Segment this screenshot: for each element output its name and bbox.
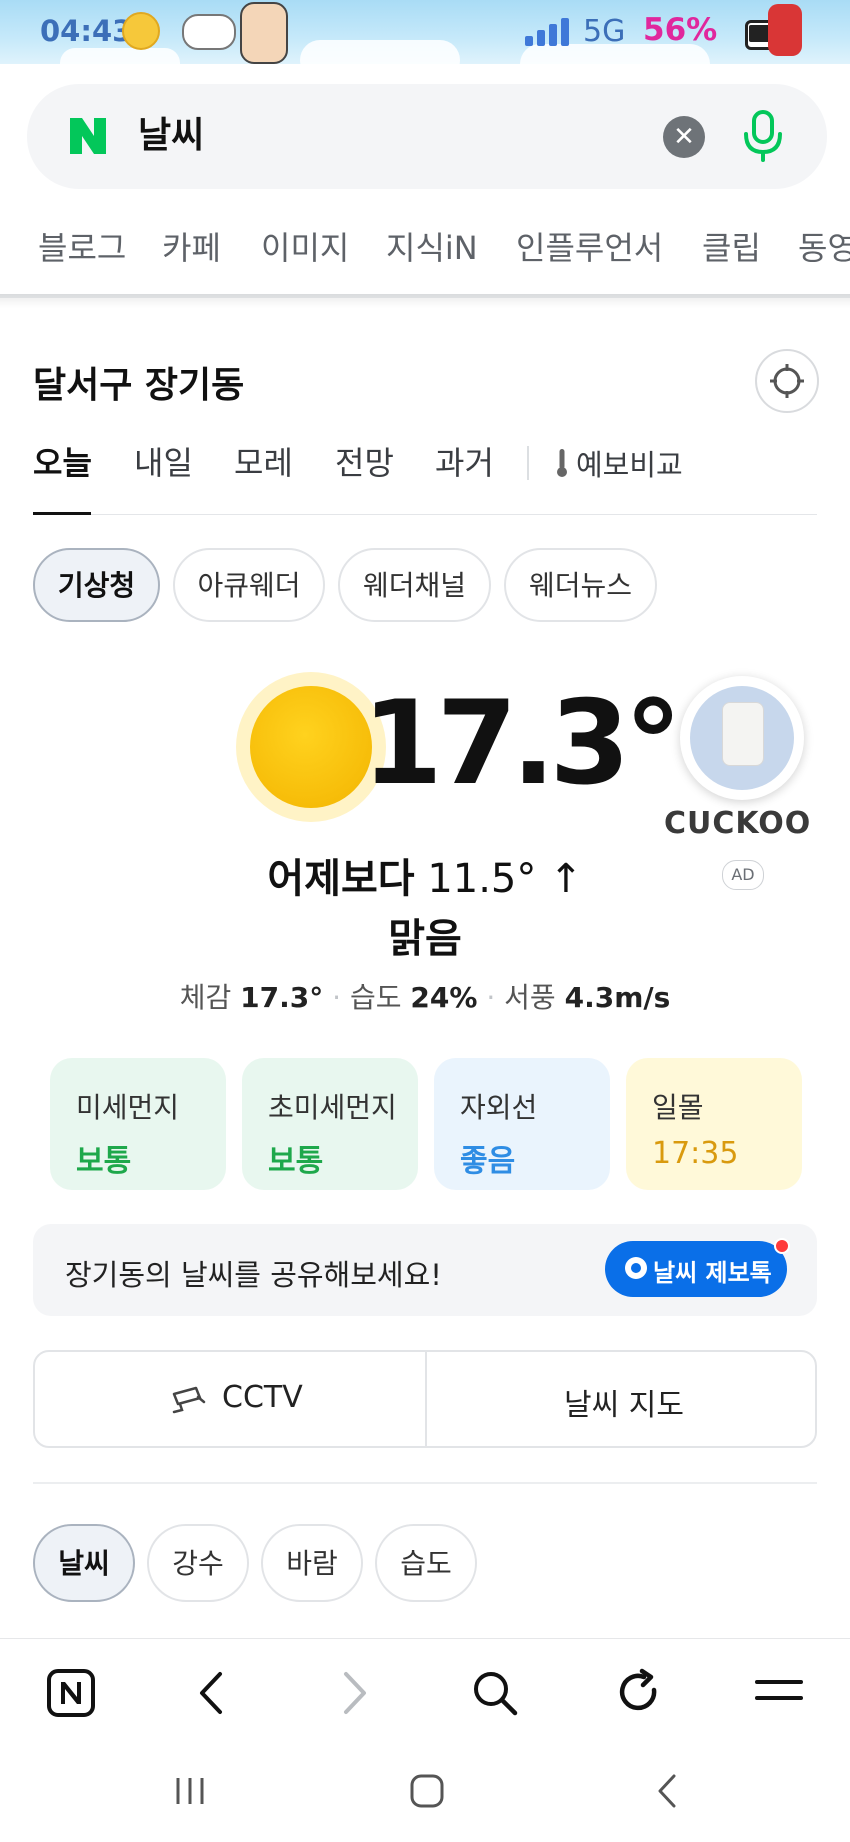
- card-value: 좋음: [460, 1144, 516, 1179]
- tab-today[interactable]: 오늘: [33, 438, 92, 484]
- weather-condition: 맑음: [388, 916, 462, 962]
- feels-value: 17.3°: [240, 981, 324, 1014]
- compare-prefix: 어제보다: [267, 856, 415, 902]
- yesterday-compare: 어제보다 11.5° ↑: [0, 846, 850, 904]
- divider: [33, 514, 817, 515]
- separator-dot: ·: [332, 981, 342, 1014]
- status-time: 04:43: [40, 14, 133, 48]
- card-value: 보통: [268, 1144, 324, 1179]
- cctv-button[interactable]: CCTV: [222, 1380, 303, 1415]
- provider-weatherchannel[interactable]: 웨더채널: [338, 548, 491, 622]
- weather-map-button[interactable]: 날씨 지도: [564, 1380, 684, 1424]
- provider-weathernews[interactable]: 웨더뉴스: [504, 548, 657, 622]
- wind-label: 서풍: [504, 981, 556, 1014]
- filter-precipitation[interactable]: 강수: [147, 1524, 249, 1602]
- tab-image[interactable]: 이미지: [261, 222, 349, 274]
- divider: [425, 1350, 427, 1448]
- share-text: 장기동의 날씨를 공유해보세요!: [65, 1258, 442, 1292]
- character-sticker-icon: [768, 4, 802, 56]
- character-sticker-icon: [240, 2, 288, 64]
- browser-toolbar: [0, 1638, 850, 1749]
- search-input[interactable]: 날씨: [138, 114, 204, 158]
- card-sunset[interactable]: 일몰 17:35: [626, 1058, 802, 1190]
- network-type: 5G: [583, 14, 626, 49]
- card-ultrafine-dust[interactable]: 초미세먼지 보통: [242, 1058, 418, 1190]
- card-label: 자외선: [460, 1091, 538, 1124]
- crosshair-icon[interactable]: [755, 349, 819, 413]
- card-label: 일몰: [652, 1091, 704, 1124]
- back-icon[interactable]: [194, 1670, 228, 1716]
- dog-sticker-icon: [182, 14, 236, 50]
- card-value: 보통: [76, 1144, 132, 1179]
- weather-details: 체감 17.3° · 습도 24% · 서풍 4.3m/s: [0, 976, 850, 1016]
- naver-home-icon[interactable]: [46, 1668, 96, 1718]
- card-fine-dust[interactable]: 미세먼지 보통: [50, 1058, 226, 1190]
- sun-icon: [250, 686, 372, 808]
- location-title[interactable]: 달서구 장기동: [33, 356, 244, 408]
- tab-clip[interactable]: 클립: [702, 222, 761, 274]
- card-value: 17:35: [652, 1136, 739, 1171]
- tab-past[interactable]: 과거: [435, 438, 494, 484]
- chat-icon: [625, 1257, 647, 1279]
- humidity-value: 24%: [410, 981, 478, 1014]
- feels-label: 체감: [179, 981, 232, 1014]
- battery-percent: 56%: [643, 12, 718, 48]
- tab-blog[interactable]: 블로그: [38, 222, 126, 274]
- tab-outlook[interactable]: 전망: [335, 438, 394, 484]
- tab-influencer[interactable]: 인플루언서: [516, 222, 663, 274]
- refresh-icon[interactable]: [614, 1668, 664, 1718]
- tab-day-after[interactable]: 모레: [234, 438, 293, 484]
- home-icon[interactable]: [408, 1772, 446, 1810]
- separator-dot: ·: [486, 981, 496, 1014]
- compare-value: 11.5° ↑: [427, 856, 583, 902]
- humidifier-icon: [722, 702, 764, 766]
- signal-icon: [525, 18, 575, 46]
- emoji-sticker-icon: [122, 12, 160, 50]
- tab-divider: [527, 446, 529, 480]
- tab-video[interactable]: 동영: [798, 222, 850, 274]
- ad-brand[interactable]: CUCKOO: [664, 806, 811, 841]
- card-label: 미세먼지: [76, 1091, 180, 1124]
- close-icon[interactable]: ✕: [663, 116, 705, 158]
- weather-report-label[interactable]: 날씨 제보톡: [653, 1253, 772, 1288]
- divider: [33, 1482, 817, 1484]
- notification-dot: [774, 1238, 790, 1254]
- provider-accuweather[interactable]: 아큐웨더: [173, 548, 325, 622]
- search-tabs: 블로그 카페 이미지 지식iN 인플루언서 클립 동영: [0, 222, 850, 278]
- card-uv[interactable]: 자외선 좋음: [434, 1058, 610, 1190]
- tab-tomorrow[interactable]: 내일: [134, 438, 193, 484]
- forward-icon[interactable]: [338, 1670, 372, 1716]
- card-label: 초미세먼지: [268, 1091, 397, 1124]
- recent-apps-icon[interactable]: [170, 1774, 210, 1808]
- system-back-icon[interactable]: [652, 1772, 682, 1810]
- filter-wind[interactable]: 바람: [261, 1524, 363, 1602]
- cctv-icon: [172, 1386, 206, 1414]
- tab-cafe[interactable]: 카페: [162, 222, 221, 274]
- filter-weather[interactable]: 날씨: [33, 1524, 135, 1602]
- active-tab-indicator: [33, 512, 91, 515]
- tab-kin[interactable]: 지식iN: [386, 222, 478, 274]
- provider-kma[interactable]: 기상청: [33, 548, 160, 622]
- microphone-icon[interactable]: [738, 108, 788, 164]
- filter-humidity[interactable]: 습도: [375, 1524, 477, 1602]
- wind-value: 4.3m/s: [564, 981, 671, 1014]
- menu-icon[interactable]: [754, 1674, 804, 1710]
- humidity-label: 습도: [349, 981, 402, 1014]
- shadow: [0, 294, 850, 308]
- search-icon[interactable]: [470, 1668, 520, 1718]
- thermometer-icon: [557, 449, 567, 477]
- current-temperature: 17.3°: [362, 676, 682, 811]
- tab-forecast-compare[interactable]: 예보비교: [576, 442, 683, 484]
- naver-logo-icon[interactable]: [66, 114, 110, 158]
